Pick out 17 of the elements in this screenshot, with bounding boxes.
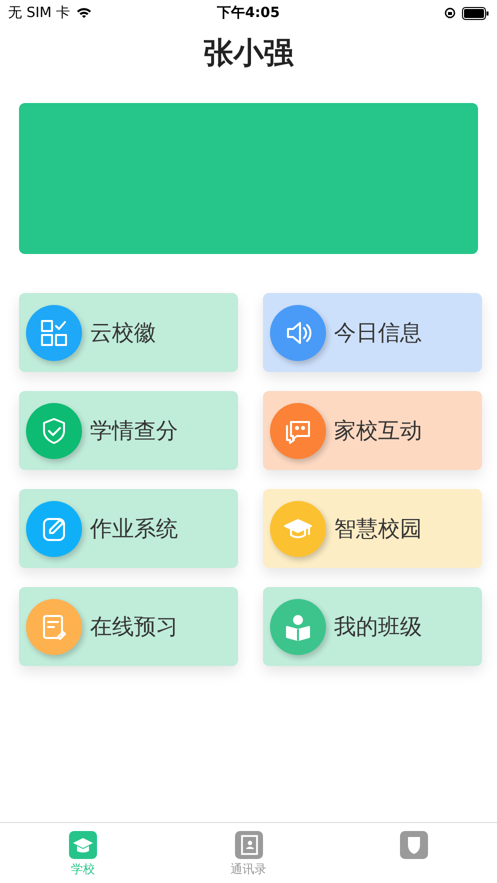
menu-tile[interactable]: 云校徽 — [19, 293, 238, 372]
shield-icon — [400, 831, 428, 859]
contacts-icon — [234, 831, 262, 859]
carrier-text: 无 SIM 卡 — [8, 4, 70, 22]
menu-tile[interactable]: 在线预习 — [19, 587, 238, 666]
menu-tile[interactable]: 学情查分 — [19, 391, 238, 470]
menu-tile[interactable]: 我的班级 — [263, 587, 482, 666]
rotation-lock-icon — [444, 7, 456, 19]
menu-tile[interactable]: 智慧校园 — [263, 489, 482, 568]
menu-tile[interactable]: 作业系统 — [19, 489, 238, 568]
status-time: 下午4:05 — [217, 4, 280, 22]
graduation-cap-icon — [68, 831, 97, 859]
page-title: 张小强 — [202, 35, 295, 73]
menu-tile[interactable]: 今日信息 — [263, 293, 482, 372]
wifi-icon — [76, 7, 92, 19]
battery-icon — [462, 6, 489, 20]
menu-tile[interactable]: 家校互动 — [263, 391, 482, 470]
